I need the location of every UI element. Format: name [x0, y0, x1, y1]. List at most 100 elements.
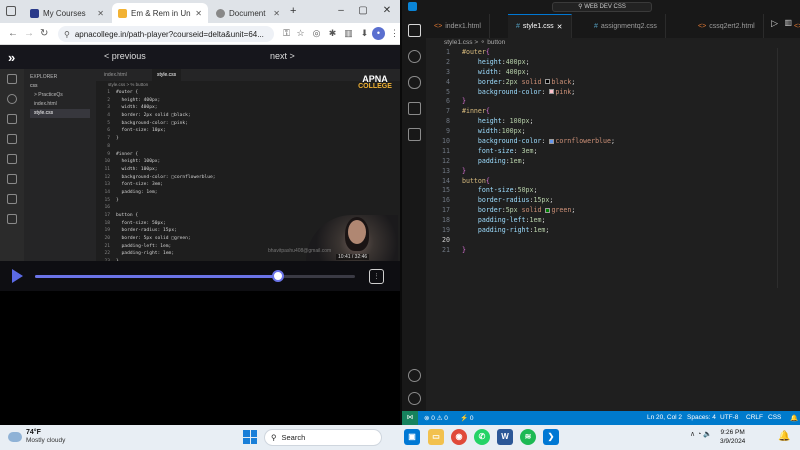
browser-tab-strip: My Courses ✕ Em & Rem in Unit ✕ Document…	[0, 0, 400, 23]
task-view-icon[interactable]: ▣	[404, 429, 420, 445]
run-icon[interactable]: ▷	[771, 18, 778, 29]
url-bar[interactable]: ⚲ apnacollege.in/path-player?courseid=de…	[58, 26, 274, 42]
breadcrumb[interactable]: style1.css > ⚬ button	[426, 38, 505, 48]
source-control-icon[interactable]	[408, 76, 421, 89]
browser-tab-my-courses[interactable]: My Courses ✕	[24, 3, 110, 23]
editor-tab[interactable]: <> cssq2ert2.html	[690, 14, 764, 38]
code-line: 15 font-size:50px;	[442, 186, 538, 195]
code-line: 8 height: 100px;	[446, 117, 534, 126]
close-tab-icon[interactable]: ✕	[195, 9, 202, 18]
video-code-line: 12 background-color: □cornflowerblue;	[104, 174, 216, 180]
play-icon[interactable]	[12, 269, 23, 283]
editor-tab-label: style1.css	[522, 23, 554, 30]
notification-bell-icon[interactable]: 🔔	[778, 431, 790, 442]
explorer-icon[interactable]	[408, 24, 421, 37]
video-tab: index.html	[104, 72, 127, 78]
code-editor[interactable]: 1 #outer{2 height:400px; 3 width: 400px; 4 …	[426, 48, 800, 411]
browser-tab-active[interactable]: Em & Rem in Unit ✕	[112, 3, 208, 23]
maximize-button[interactable]: ▢	[356, 5, 370, 16]
browser-tab-document[interactable]: Document ✕	[210, 3, 286, 23]
word-icon[interactable]: W	[497, 429, 513, 445]
command-center[interactable]: ⚲ WEB DEV CSS	[552, 2, 652, 12]
encoding[interactable]: UTF-8	[720, 414, 738, 421]
new-tab-button[interactable]: +	[290, 5, 296, 17]
seek-bar[interactable]	[35, 275, 355, 278]
video-frame[interactable]: EXPLORER css > PracticeQs index.html sty…	[0, 69, 400, 261]
indentation[interactable]: Spaces: 4	[687, 414, 716, 421]
file-explorer-icon[interactable]: ▭	[428, 429, 444, 445]
css-file-icon: #	[594, 22, 598, 30]
editor-tab[interactable]: <> index1.html	[426, 14, 490, 38]
previous-lesson-button[interactable]: < previous	[104, 51, 146, 61]
seek-handle[interactable]	[272, 270, 285, 282]
weather-widget[interactable]: 74°F Mostly cloudy	[8, 429, 65, 445]
status-bar: ⋈ ⊗ 0 ⚠ 0 ⚡ 0 Ln 20, Col 2 Spaces: 4 UTF…	[402, 411, 800, 425]
close-window-button[interactable]: ✕	[380, 5, 394, 16]
remote-icon	[7, 174, 17, 184]
code-line: 9 width:100px;	[446, 127, 526, 136]
extensions-puzzle-icon[interactable]: ✱	[326, 27, 339, 40]
clock[interactable]: 9:26 PM 3/9/2024	[720, 428, 745, 446]
forward-button[interactable]: →	[24, 28, 34, 39]
spotify-icon[interactable]: ≋	[520, 429, 536, 445]
video-code-line: 14 padding: 1em;	[104, 189, 158, 195]
chrome-icon[interactable]: ◉	[451, 429, 467, 445]
extension-icon[interactable]: ◎	[310, 27, 323, 40]
profile-avatar[interactable]: •	[372, 27, 385, 40]
code-line: 10 background-color: cornflowerblue;	[442, 137, 615, 146]
notifications-bell-icon[interactable]: 🔔	[790, 414, 798, 422]
account-icon[interactable]	[408, 369, 421, 382]
problems-indicator[interactable]: ⊗ 0 ⚠ 0	[424, 414, 448, 422]
password-key-icon[interactable]: ⚿	[280, 27, 293, 40]
minimize-button[interactable]: –	[334, 5, 348, 16]
video-code-line: 5 background-color: □pink;	[107, 120, 188, 126]
video-code-line: 22 padding-right: 1em;	[104, 251, 175, 257]
close-tab-icon[interactable]: ✕	[97, 9, 104, 18]
download-icon[interactable]: ⬇	[358, 27, 371, 40]
video-code-line: 4 border: 2px solid □black;	[107, 113, 191, 119]
close-tab-icon[interactable]: ✕	[557, 23, 563, 31]
line-ending[interactable]: CRLF	[746, 414, 763, 421]
html-file-icon: <>	[434, 22, 443, 30]
run-debug-icon[interactable]	[408, 102, 421, 115]
close-tab-icon[interactable]: ✕	[273, 9, 280, 18]
side-panel-icon[interactable]: ▥	[342, 27, 355, 40]
ports-indicator[interactable]: ⚡ 0	[460, 414, 474, 422]
reload-button[interactable]: ↻	[40, 28, 48, 39]
next-lesson-button[interactable]: next >	[270, 51, 295, 61]
cursor-position[interactable]: Ln 20, Col 2	[647, 414, 682, 421]
instructor-face	[348, 220, 366, 244]
whatsapp-icon[interactable]: ✆	[474, 429, 490, 445]
apna-college-logo: APNA COLLEGE	[356, 75, 394, 95]
split-editor-icon[interactable]: ▥	[784, 18, 792, 27]
sidebar-toggle-icon[interactable]: »	[8, 50, 15, 65]
back-button[interactable]: ←	[8, 28, 18, 39]
activity-bar	[402, 14, 426, 411]
start-windows-icon[interactable]	[243, 430, 257, 444]
manage-gear-icon[interactable]	[408, 392, 421, 405]
editor-tab[interactable]: # assignmentq2.css	[586, 14, 666, 38]
vscode-icon[interactable]: ❯	[543, 429, 559, 445]
html-file-icon: <>	[794, 22, 800, 30]
language-mode[interactable]: CSS	[768, 414, 781, 421]
chrome-menu-icon[interactable]: ⋮	[388, 27, 400, 40]
site-info-icon[interactable]: ⚲	[64, 30, 70, 39]
system-tray[interactable]: ∧ ◔ 🔈	[690, 430, 712, 438]
volume-icon[interactable]: 🔈	[703, 431, 712, 438]
tab-search-icon[interactable]	[6, 6, 16, 16]
bookmark-star-icon[interactable]: ☆	[294, 27, 307, 40]
search-icon: ⚲	[271, 433, 277, 442]
site-favicon-icon	[118, 8, 127, 18]
search-icon[interactable]	[408, 50, 421, 63]
taskbar-search[interactable]: ⚲ Search	[264, 429, 382, 446]
code-line: 2 height:400px;	[446, 57, 530, 66]
editor-tab[interactable]: # style1.css ✕	[508, 14, 572, 38]
remote-indicator-icon[interactable]: ⋈	[402, 411, 418, 425]
player-settings-icon[interactable]: ⫶	[369, 269, 384, 284]
video-code-line: 19 border-radius: 15px;	[104, 228, 177, 234]
extensions-icon[interactable]	[408, 128, 421, 141]
tab-label: Document	[229, 8, 266, 18]
workspace-title: WEB DEV CSS	[584, 4, 626, 10]
weather-condition: Mostly cloudy	[26, 437, 66, 444]
vscode-window: ⚲ WEB DEV CSS <> index1.html # style1.css ✕ #…	[400, 0, 800, 425]
